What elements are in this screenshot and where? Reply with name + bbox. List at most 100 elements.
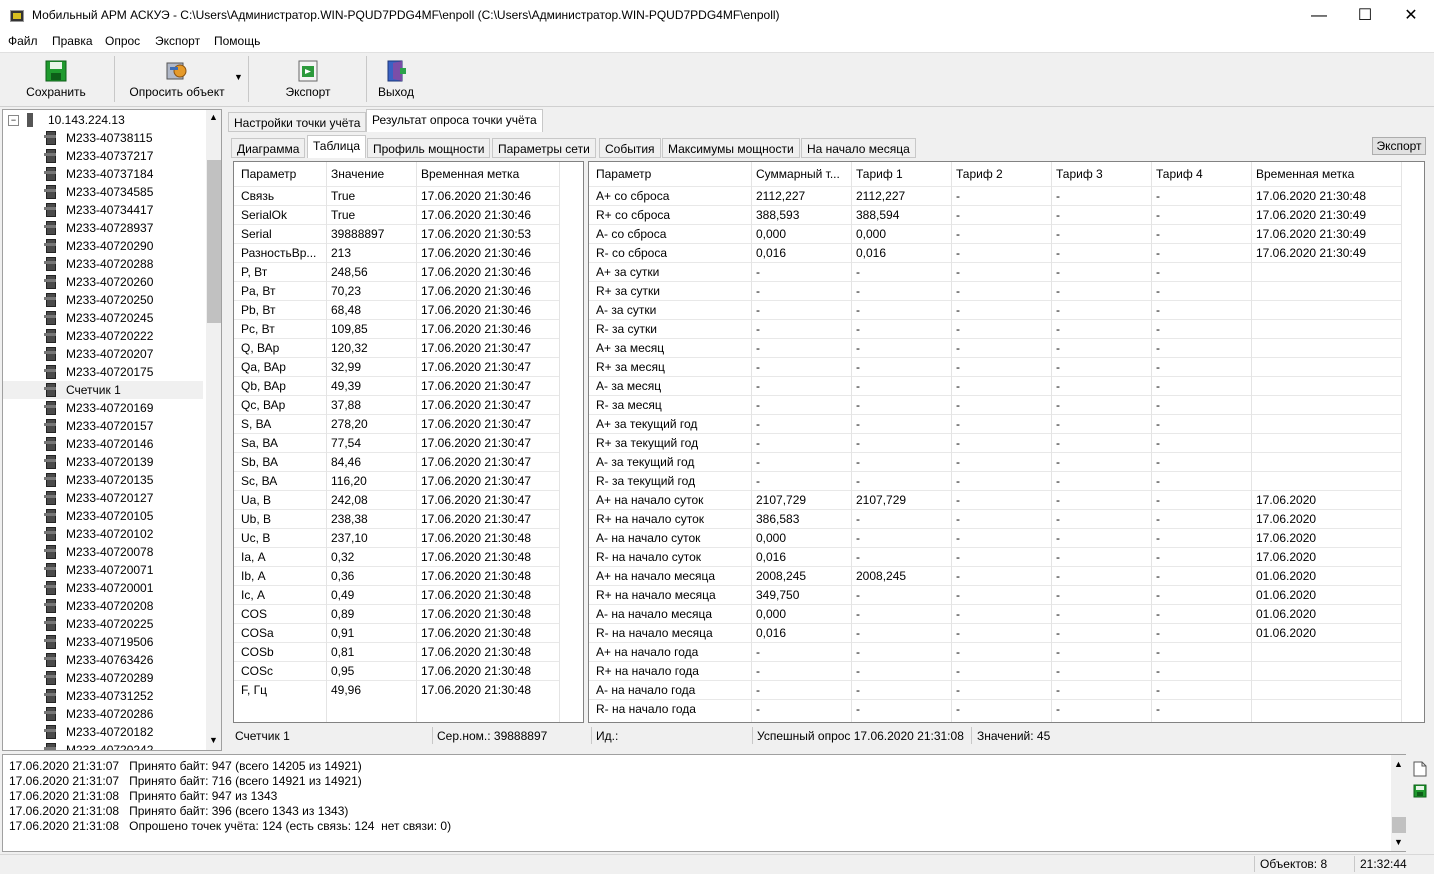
table-row[interactable]: A- на начало года - - - - - bbox=[589, 680, 1401, 700]
table-row[interactable]: A- на начало суток 0,000 - - - - 17.06.2020 bbox=[589, 528, 1401, 548]
table-row[interactable]: R+ за сутки - - - - - bbox=[589, 281, 1401, 301]
object-tree[interactable]: − 10.143.224.13 M233-40738115 M233-407372… bbox=[2, 109, 222, 751]
table-row[interactable]: A- со сброса 0,000 0,000 - - - 17.06.2020 21:3… bbox=[589, 224, 1401, 244]
table-row[interactable]: COS 0,89 17.06.2020 21:30:48 bbox=[234, 604, 559, 624]
close-button[interactable]: ✕ bbox=[1388, 0, 1434, 32]
tree-item[interactable]: M233-40720286 bbox=[3, 705, 203, 723]
column-header-timestamp[interactable]: Временная метка bbox=[1251, 164, 1401, 184]
tree-item[interactable]: M233-40720169 bbox=[3, 399, 203, 417]
table-row[interactable]: Ua, В 242,08 17.06.2020 21:30:47 bbox=[234, 490, 559, 510]
tree-item[interactable]: M233-40720146 bbox=[3, 435, 203, 453]
tree-item[interactable]: M233-40720207 bbox=[3, 345, 203, 363]
energy-values-table[interactable]: Параметр Суммарный т... Тариф 1 Тариф 2 … bbox=[588, 161, 1425, 723]
instant-values-table[interactable]: Параметр Значение Временная метка Связь T… bbox=[233, 161, 584, 723]
tree-scroll-thumb[interactable] bbox=[207, 160, 221, 323]
table-row[interactable]: R- на начало года - - - - - bbox=[589, 699, 1401, 719]
table-row[interactable]: COSa 0,91 17.06.2020 21:30:48 bbox=[234, 623, 559, 643]
table-row[interactable]: Qc, ВАр 37,88 17.06.2020 21:30:47 bbox=[234, 395, 559, 415]
tree-item[interactable]: M233-40720135 bbox=[3, 471, 203, 489]
table-row[interactable]: A- на начало месяца 0,000 - - - - 01.06.2020 bbox=[589, 604, 1401, 624]
minimize-button[interactable]: — bbox=[1296, 0, 1342, 32]
tree-item[interactable]: M233-40720127 bbox=[3, 489, 203, 507]
menu-edit[interactable]: Правка bbox=[52, 34, 93, 48]
table-row[interactable]: Pa, Вт 70,23 17.06.2020 21:30:46 bbox=[234, 281, 559, 301]
column-header-tariff-3[interactable]: Тариф 3 bbox=[1051, 164, 1151, 184]
menu-file[interactable]: Файл bbox=[8, 34, 38, 48]
table-row[interactable]: R- за месяц - - - - - bbox=[589, 395, 1401, 415]
tree-root[interactable]: − 10.143.224.13 bbox=[3, 111, 203, 129]
tree-item[interactable]: M233-40728937 bbox=[3, 219, 203, 237]
table-row[interactable]: A+ на начало года - - - - - bbox=[589, 642, 1401, 662]
column-header-total[interactable]: Суммарный т... bbox=[751, 164, 851, 184]
tree-item[interactable]: M233-40720245 bbox=[3, 309, 203, 327]
tab-events[interactable]: События bbox=[599, 138, 661, 158]
table-row[interactable]: R- на начало месяца 0,016 - - - - 01.06.2020 bbox=[589, 623, 1401, 643]
scroll-up-icon[interactable]: ▲ bbox=[1394, 759, 1403, 769]
table-row[interactable]: R- за сутки - - - - - bbox=[589, 319, 1401, 339]
table-row[interactable]: A+ со сброса 2112,227 2112,227 - - - 17.06.202… bbox=[589, 186, 1401, 206]
tree-item[interactable]: M233-40720105 bbox=[3, 507, 203, 525]
column-header-tariff-1[interactable]: Тариф 1 bbox=[851, 164, 951, 184]
column-header-parameter[interactable]: Параметр bbox=[236, 164, 326, 184]
table-row[interactable]: Связь True 17.06.2020 21:30:46 bbox=[234, 186, 559, 206]
tree-item[interactable]: M233-40738115 bbox=[3, 129, 203, 147]
table-row[interactable]: Serial 39888897 17.06.2020 21:30:53 bbox=[234, 224, 559, 244]
table-row[interactable]: Pc, Вт 109,85 17.06.2020 21:30:46 bbox=[234, 319, 559, 339]
table-row[interactable]: Ub, В 238,38 17.06.2020 21:30:47 bbox=[234, 509, 559, 529]
tree-item[interactable]: M233-40720102 bbox=[3, 525, 203, 543]
table-row[interactable]: R+ за текущий год - - - - - bbox=[589, 433, 1401, 453]
menu-poll[interactable]: Опрос bbox=[105, 34, 140, 48]
table-row[interactable]: A+ за текущий год - - - - - bbox=[589, 414, 1401, 434]
table-row[interactable]: Uc, В 237,10 17.06.2020 21:30:48 bbox=[234, 528, 559, 548]
tree-item[interactable]: M233-40734417 bbox=[3, 201, 203, 219]
tree-item[interactable]: M233-40720288 bbox=[3, 255, 203, 273]
table-row[interactable]: Sb, ВА 84,46 17.06.2020 21:30:47 bbox=[234, 452, 559, 472]
scroll-down-icon[interactable]: ▼ bbox=[209, 735, 218, 745]
table-row[interactable]: R+ на начало суток 386,583 - - - - 17.06.2020 bbox=[589, 509, 1401, 529]
table-row[interactable]: P, Вт 248,56 17.06.2020 21:30:46 bbox=[234, 262, 559, 282]
table-row[interactable]: A+ на начало месяца 2008,245 2008,245 - - - 01… bbox=[589, 566, 1401, 586]
table-row[interactable]: A+ за месяц - - - - - bbox=[589, 338, 1401, 358]
tab-table[interactable]: Таблица bbox=[307, 135, 367, 158]
column-header-tariff-2[interactable]: Тариф 2 bbox=[951, 164, 1051, 184]
tree-item[interactable]: M233-40720071 bbox=[3, 561, 203, 579]
scroll-up-icon[interactable]: ▲ bbox=[209, 112, 218, 122]
table-row[interactable]: S, ВА 278,20 17.06.2020 21:30:47 bbox=[234, 414, 559, 434]
table-row[interactable]: R- за текущий год - - - - - bbox=[589, 471, 1401, 491]
table-row[interactable]: R- на начало суток 0,016 - - - - 17.06.2020 bbox=[589, 547, 1401, 567]
table-row[interactable]: COSc 0,95 17.06.2020 21:30:48 bbox=[234, 661, 559, 681]
table-row[interactable]: Sa, ВА 77,54 17.06.2020 21:30:47 bbox=[234, 433, 559, 453]
table-row[interactable]: Sc, ВА 116,20 17.06.2020 21:30:47 bbox=[234, 471, 559, 491]
log-scroll-thumb[interactable] bbox=[1392, 817, 1406, 833]
export-toolbar-button[interactable]: Экспорт bbox=[276, 54, 340, 104]
tree-item[interactable]: M233-40720157 bbox=[3, 417, 203, 435]
maximize-button[interactable]: ☐ bbox=[1342, 0, 1388, 32]
table-row[interactable]: Pb, Вт 68,48 17.06.2020 21:30:46 bbox=[234, 300, 559, 320]
table-row[interactable]: Qa, ВАр 32,99 17.06.2020 21:30:47 bbox=[234, 357, 559, 377]
column-header-value[interactable]: Значение bbox=[326, 164, 416, 184]
tree-scrollbar[interactable]: ▲ ▼ bbox=[206, 110, 221, 750]
table-row[interactable]: SerialOk True 17.06.2020 21:30:46 bbox=[234, 205, 559, 225]
tree-item[interactable]: M233-40720001 bbox=[3, 579, 203, 597]
table-row[interactable]: A+ на начало суток 2107,729 2107,729 - - - 17.… bbox=[589, 490, 1401, 510]
tree-item[interactable]: M233-40720208 bbox=[3, 597, 203, 615]
table-row[interactable]: A- за текущий год - - - - - bbox=[589, 452, 1401, 472]
tab-poll-result[interactable]: Результат опроса точки учёта bbox=[366, 109, 543, 132]
tree-item[interactable]: M233-40720078 bbox=[3, 543, 203, 561]
tree-item[interactable]: M233-40734585 bbox=[3, 183, 203, 201]
tree-item[interactable]: M233-40719506 bbox=[3, 633, 203, 651]
poll-object-button[interactable]: Опросить объект bbox=[122, 54, 232, 104]
table-row[interactable]: Ib, А 0,36 17.06.2020 21:30:48 bbox=[234, 566, 559, 586]
log-scrollbar[interactable]: ▲ ▼ bbox=[1391, 755, 1407, 851]
tree-item[interactable]: M233-40720242 bbox=[3, 741, 203, 750]
tree-item[interactable]: M233-40720222 bbox=[3, 327, 203, 345]
table-row[interactable]: R+ на начало года - - - - - bbox=[589, 661, 1401, 681]
poll-dropdown-arrow-icon[interactable]: ▼ bbox=[234, 72, 243, 82]
tab-power-profile[interactable]: Профиль мощности bbox=[367, 138, 491, 158]
tree-item[interactable]: M233-40720175 bbox=[3, 363, 203, 381]
table-row[interactable]: COSb 0,81 17.06.2020 21:30:48 bbox=[234, 642, 559, 662]
tree-item[interactable]: M233-40737217 bbox=[3, 147, 203, 165]
column-header-timestamp[interactable]: Временная метка bbox=[416, 164, 559, 184]
tree-item[interactable]: M233-40720290 bbox=[3, 237, 203, 255]
log-panel[interactable]: 17.06.2020 21:31:07 Принято байт: 947 (в… bbox=[2, 754, 1406, 852]
